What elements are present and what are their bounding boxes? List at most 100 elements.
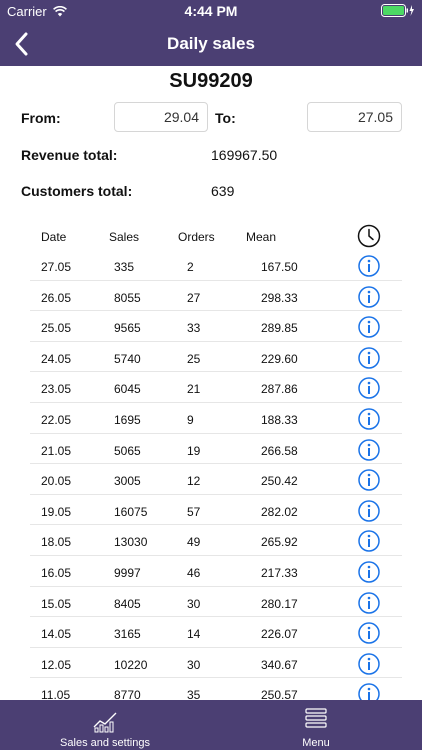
cell-date: 18.05: [41, 535, 72, 550]
table-row: 12.05 10220 30 340.67: [0, 648, 422, 679]
nav-bar: Daily sales: [0, 22, 422, 66]
cell-date: 26.05: [41, 290, 72, 305]
column-header-mean: Mean: [246, 230, 277, 244]
clock-icon[interactable]: [357, 224, 381, 253]
to-label: To:: [215, 110, 236, 126]
cell-date: 25.05: [41, 321, 72, 336]
info-icon[interactable]: [358, 347, 380, 374]
cell-date: 20.05: [41, 474, 72, 489]
cell-sales: 5065: [114, 443, 141, 458]
cell-sales: 1695: [114, 413, 141, 427]
cell-mean: 287.86: [261, 382, 298, 397]
cell-orders: 2: [187, 260, 194, 274]
cell-orders: 46: [187, 566, 201, 580]
cell-date: 12.05: [41, 657, 72, 672]
cell-date: 21.05: [41, 443, 72, 458]
from-date-field[interactable]: 29.04: [114, 102, 208, 132]
to-date-field[interactable]: 27.05: [307, 102, 402, 132]
page-title: Daily sales: [167, 34, 255, 53]
cell-date: 14.05: [41, 627, 72, 642]
cell-mean: 167.50: [261, 260, 298, 274]
table-row: 18.05 13030 49 265.92: [0, 525, 422, 556]
table-row: 14.05 3165 14 226.07: [0, 617, 422, 648]
info-icon[interactable]: [358, 622, 380, 649]
cell-mean: 188.33: [261, 413, 298, 427]
cell-date: 27.05: [41, 260, 72, 274]
cell-orders: 27: [187, 290, 201, 305]
cell-mean: 289.85: [261, 321, 298, 336]
info-icon[interactable]: [358, 285, 380, 313]
cell-date: 23.05: [41, 382, 72, 397]
customers-total-value: 639: [211, 183, 235, 199]
cell-mean: 280.17: [261, 596, 298, 611]
table-row: 20.05 3005 12 250.42: [0, 464, 422, 495]
cell-orders: 14: [187, 627, 201, 642]
cell-sales: 9565: [114, 321, 141, 336]
cell-orders: 9: [187, 413, 194, 427]
table-row: 11.05 8770 35 250.57: [0, 678, 422, 700]
column-header-sales: Sales: [109, 230, 140, 244]
cell-orders: 30: [187, 657, 201, 672]
info-icon[interactable]: [358, 591, 380, 619]
cell-sales: 13030: [114, 535, 148, 550]
cell-date: 22.05: [41, 413, 72, 427]
info-icon[interactable]: [358, 561, 380, 588]
tab-sales-and-settings[interactable]: Sales and settings: [50, 700, 160, 750]
cell-orders: 19: [187, 443, 201, 458]
cell-orders: 33: [187, 321, 201, 336]
cell-mean: 229.60: [261, 351, 298, 366]
tab-menu[interactable]: Menu: [276, 700, 356, 750]
info-icon[interactable]: [358, 653, 380, 680]
cell-orders: 35: [187, 688, 201, 700]
bar-chart-icon: [92, 709, 118, 738]
cell-sales: 8055: [114, 290, 141, 305]
tab-bar: Sales and settings Menu: [0, 700, 422, 750]
cell-orders: 21: [187, 382, 201, 397]
info-icon[interactable]: [358, 500, 380, 527]
menu-icon: [305, 707, 327, 734]
info-icon[interactable]: [358, 683, 380, 700]
table-row: 21.05 5065 19 266.58: [0, 434, 422, 465]
cell-mean: 250.57: [261, 688, 298, 700]
column-header-date: Date: [41, 230, 67, 244]
cell-date: 24.05: [41, 351, 72, 366]
tab-sales-and-settings-label: Sales and settings: [60, 737, 150, 749]
info-icon[interactable]: [358, 408, 380, 435]
table-row: 19.05 16075 57 282.02: [0, 495, 422, 526]
cell-sales: 10220: [114, 657, 148, 672]
info-icon[interactable]: [358, 530, 380, 557]
from-label: From:: [21, 110, 61, 126]
info-icon[interactable]: [358, 469, 380, 496]
cell-date: 15.05: [41, 596, 72, 611]
cell-sales: 335: [114, 260, 135, 274]
cell-sales: 9997: [114, 566, 141, 580]
cell-mean: 266.58: [261, 443, 298, 458]
cell-orders: 49: [187, 535, 201, 550]
table-row: 25.05 9565 33 289.85: [0, 311, 422, 342]
info-icon[interactable]: [358, 438, 380, 466]
sales-table: 27.05 335 2 167.50 26.05 8055 27 298.33 25.05 956…: [0, 250, 422, 700]
cell-sales: 16075: [114, 504, 148, 519]
status-bar: Carrier 4:44 PM: [0, 0, 422, 22]
customers-total-label: Customers total:: [21, 183, 133, 199]
store-code: SU99209: [169, 70, 253, 92]
cell-mean: 226.07: [261, 627, 298, 642]
cell-sales: 8770: [114, 688, 141, 700]
cell-orders: 57: [187, 504, 201, 519]
cell-mean: 298.33: [261, 290, 298, 305]
clock-time: 4:44 PM: [184, 3, 238, 19]
tab-menu-label: Menu: [302, 737, 330, 749]
cell-mean: 250.42: [261, 474, 298, 489]
cell-date: 19.05: [41, 504, 72, 519]
revenue-total-label: Revenue total:: [21, 147, 118, 163]
info-icon[interactable]: [358, 377, 380, 404]
cell-sales: 8405: [114, 596, 141, 611]
column-header-orders: Orders: [178, 230, 215, 244]
table-row: 16.05 9997 46 217.33: [0, 556, 422, 587]
table-row: 27.05 335 2 167.50: [0, 250, 422, 281]
info-icon[interactable]: [358, 255, 380, 282]
cell-mean: 340.67: [261, 657, 298, 672]
info-icon[interactable]: [358, 316, 380, 343]
revenue-total-value: 169967.50: [211, 147, 278, 163]
cell-mean: 282.02: [261, 504, 298, 519]
